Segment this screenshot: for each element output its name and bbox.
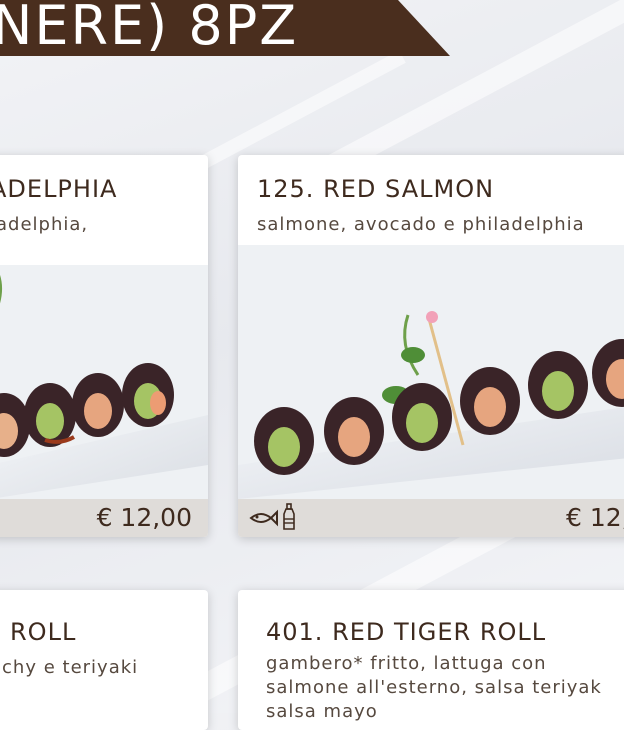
menu-card[interactable]: ROLL achy e teriyaki [0,590,208,730]
sushi-photo [0,265,208,499]
menu-card[interactable]: 125. RED SALMON salmone, avocado e phila… [238,155,624,537]
card-footer: € 12,00 [0,499,208,537]
price: € 12,0 [566,503,624,532]
card-footer: € 12,0 [238,499,624,537]
card-description-line: salmone, avocado e philadelphia [257,214,585,235]
card-title: ROLL [10,618,77,646]
price: € 12,00 [96,503,192,532]
section-title: NERE) 8PZ [0,0,299,57]
menu-card[interactable]: ADELPHIA ladelphia, i € 12,00 [0,155,208,537]
card-description-line: salsa mayo [266,701,378,722]
card-description-line: achy e teriyaki [0,657,139,678]
card-title: 401. RED TIGER ROLL [266,618,547,646]
card-description-line: salmone all'esterno, salsa teriyak [266,677,602,698]
card-description-line: ladelphia, [0,214,89,235]
card-title: ADELPHIA [0,175,118,203]
fish-icon [249,509,278,527]
menu-card[interactable]: 401. RED TIGER ROLL gambero* fritto, lat… [238,590,624,730]
card-description-line: gambero* fritto, lattuga con [266,653,547,674]
bottle-icon [283,503,295,530]
card-title: 125. RED SALMON [257,175,495,203]
sushi-photo [238,245,624,499]
